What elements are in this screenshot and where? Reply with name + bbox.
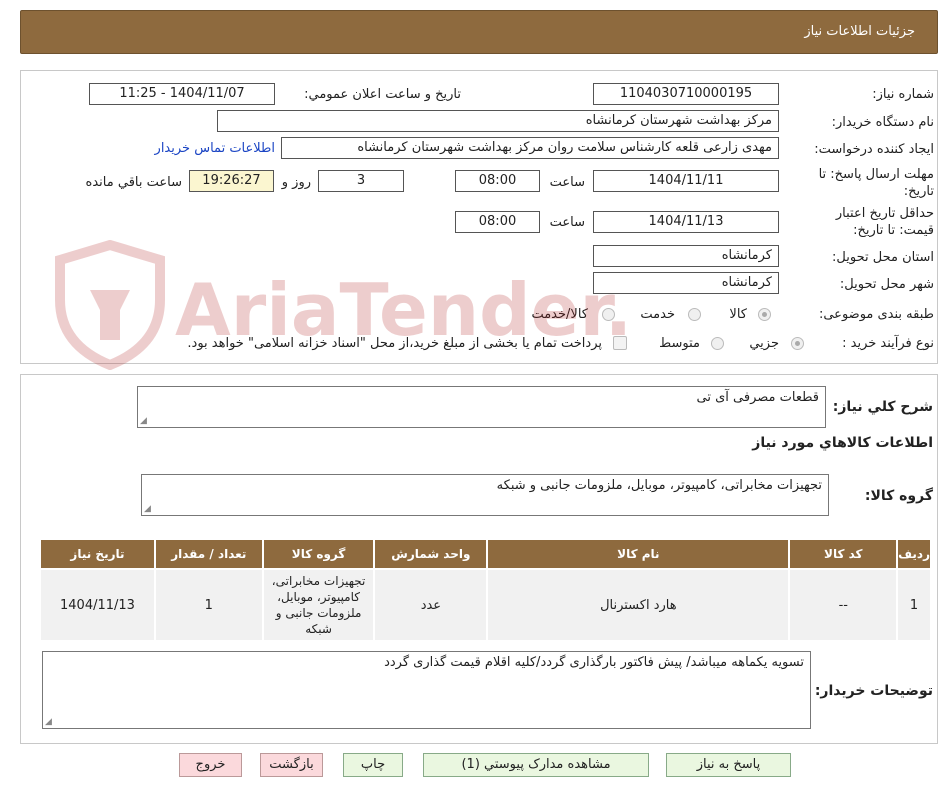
- print-button[interactable]: چاپ: [343, 753, 403, 777]
- cell-code: --: [788, 568, 899, 642]
- back-button[interactable]: بازگشت: [260, 753, 323, 777]
- need-number-label: شماره نیاز:: [872, 87, 934, 102]
- goods-group-label: گروه کالا:: [864, 488, 933, 504]
- goods-group-value: تجهیزات مخابراتی، کامپیوتر، موبایل، ملزو…: [496, 478, 822, 493]
- deadline-date-field: 1404/11/11: [593, 170, 779, 192]
- col-date-header: تاریخ نیاز: [39, 538, 156, 570]
- process-small-radio[interactable]: [791, 337, 804, 350]
- validity-date-field: 1404/11/13: [593, 211, 779, 233]
- city-label: شهر محل تحویل:: [839, 277, 934, 292]
- general-desc-textarea[interactable]: قطعات مصرفی آی تی ◢: [137, 386, 826, 428]
- need-number-field: 1104030710000195: [593, 83, 779, 105]
- province-label: استان محل تحویل:: [832, 250, 934, 265]
- cell-row: 1: [896, 568, 932, 642]
- items-table: ردیف کد کالا نام کالا واحد شمارش گروه کا…: [39, 538, 932, 642]
- page-title: جزئیات اطلاعات نیاز: [804, 24, 915, 39]
- remaining-time-field: 19:26:27: [189, 170, 274, 192]
- col-qty-header: تعداد / مقدار: [153, 538, 264, 570]
- general-desc-label: شرح کلي نیاز:: [832, 399, 933, 415]
- buyer-notes-textarea[interactable]: تسویه یکماهه میباشد/ پیش فاکتور بارگذاری…: [42, 651, 811, 729]
- cell-unit: عدد: [373, 568, 489, 642]
- col-unit-header: واحد شمارش: [373, 538, 489, 570]
- category-both-radio[interactable]: [602, 308, 615, 321]
- general-desc-value: قطعات مصرفی آی تی: [696, 390, 819, 405]
- validity-label-2: قیمت: تا تاریخ:: [853, 223, 934, 238]
- validity-time-label: ساعت: [549, 215, 585, 230]
- table-row: 1 -- هارد اکسترنال عدد تجهیزات مخابراتی،…: [39, 568, 932, 642]
- page-header: جزئیات اطلاعات نیاز: [20, 10, 938, 54]
- announce-label: تاریخ و ساعت اعلان عمومي:: [304, 87, 461, 102]
- exit-button[interactable]: خروج: [179, 753, 242, 777]
- treasury-checkbox[interactable]: [613, 336, 627, 350]
- deadline-label: مهلت ارسال پاسخ: تا: [818, 167, 934, 182]
- col-row-header: ردیف: [896, 538, 932, 570]
- attachments-button[interactable]: مشاهده مدارک پیوستي (1): [423, 753, 649, 777]
- buyer-field: مرکز بهداشت شهرستان کرمانشاه: [217, 110, 779, 132]
- reply-button[interactable]: پاسخ به نیاز: [666, 753, 791, 777]
- process-small-label: جزیي: [749, 336, 779, 351]
- category-goods-radio[interactable]: [758, 308, 771, 321]
- requester-field: مهدی زارعی قلعه کارشناس سلامت روان مرکز …: [281, 137, 779, 159]
- days-remaining-field: 3: [318, 170, 404, 192]
- goods-group-textarea[interactable]: تجهیزات مخابراتی، کامپیوتر، موبایل، ملزو…: [141, 474, 829, 516]
- col-group-header: گروه کالا: [261, 538, 376, 570]
- resize-grip-icon[interactable]: ◢: [144, 504, 151, 514]
- category-service-radio[interactable]: [688, 308, 701, 321]
- validity-label: حداقل تاریخ اعتبار: [835, 206, 934, 221]
- cell-date: 1404/11/13: [39, 568, 156, 642]
- city-field: کرمانشاه: [593, 272, 779, 294]
- resize-grip-icon[interactable]: ◢: [140, 416, 147, 426]
- cell-qty: 1: [153, 568, 264, 642]
- province-field: کرمانشاه: [593, 245, 779, 267]
- buyer-contact-link[interactable]: اطلاعات تماس خریدار: [155, 141, 275, 156]
- buyer-label: نام دستگاه خریدار:: [831, 115, 934, 130]
- category-both-label: کالا/خدمت: [531, 307, 588, 322]
- deadline-label-2: تاریخ:: [903, 184, 934, 199]
- validity-time-field: 08:00: [455, 211, 540, 233]
- requester-label: ایجاد کننده درخواست:: [814, 142, 934, 157]
- process-medium-label: متوسط: [659, 336, 700, 351]
- deadline-time-field: 08:00: [455, 170, 540, 192]
- resize-grip-icon[interactable]: ◢: [45, 717, 52, 727]
- category-goods-label: کالا: [729, 307, 747, 322]
- col-name-header: نام کالا: [486, 538, 791, 570]
- buyer-notes-value: تسویه یکماهه میباشد/ پیش فاکتور بارگذاری…: [384, 655, 804, 670]
- cell-name: هارد اکسترنال: [486, 568, 791, 642]
- category-label: طبقه بندی موضوعی:: [818, 307, 934, 322]
- remaining-label: ساعت باقي مانده: [85, 175, 182, 190]
- category-service-label: خدمت: [640, 307, 675, 322]
- col-code-header: کد کالا: [788, 538, 899, 570]
- deadline-time-label: ساعت: [549, 175, 585, 190]
- days-label: روز و: [281, 175, 311, 190]
- cell-group: تجهیزات مخابراتی، کامپیوتر، موبایل، ملزو…: [261, 568, 376, 642]
- table-header-row: ردیف کد کالا نام کالا واحد شمارش گروه کا…: [39, 538, 932, 570]
- process-label: نوع فرآیند خرید :: [842, 336, 934, 351]
- announce-datetime-field: 1404/11/07 - 11:25: [89, 83, 275, 105]
- payment-note: پرداخت تمام یا بخشی از مبلغ خرید،از محل …: [187, 336, 602, 351]
- buyer-notes-label: توضیحات خریدار:: [814, 683, 933, 699]
- process-medium-radio[interactable]: [711, 337, 724, 350]
- items-section-title: اطلاعات کالاهاي مورد نیاز: [752, 435, 933, 451]
